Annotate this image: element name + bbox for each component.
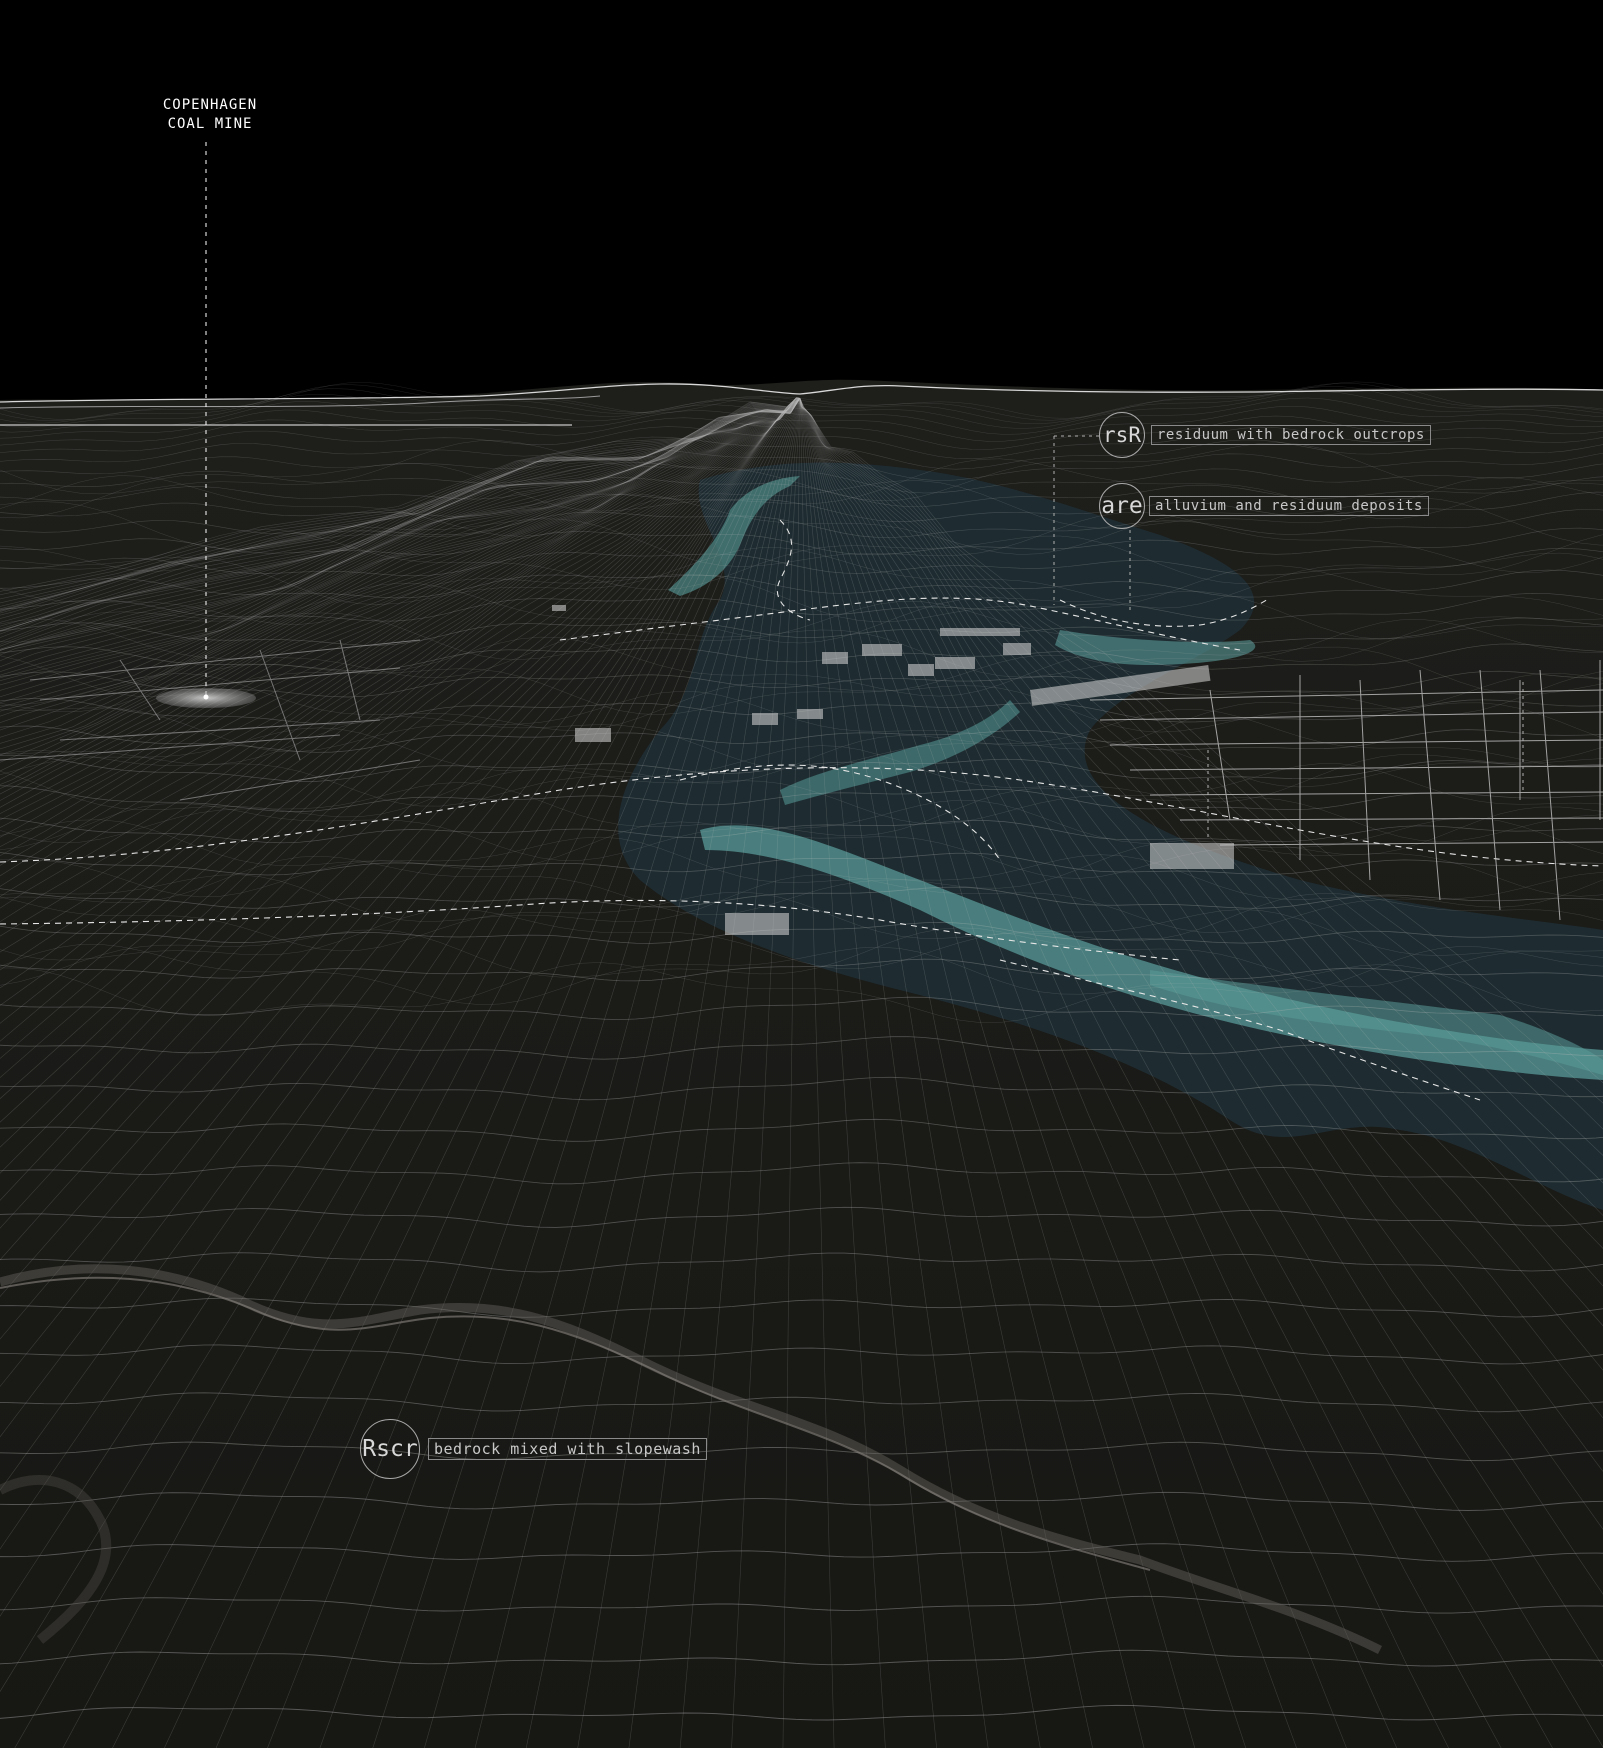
building xyxy=(1003,643,1031,655)
building xyxy=(752,713,778,725)
building xyxy=(575,728,611,742)
legend-description: residuum with bedrock outcrops xyxy=(1151,425,1431,445)
mine-location-dot xyxy=(203,694,209,700)
terrain-illustration xyxy=(0,142,1603,1748)
site-title: COPENHAGEN COAL MINE xyxy=(140,96,280,134)
building xyxy=(908,664,934,676)
site-title-line2: COAL MINE xyxy=(167,116,253,132)
building xyxy=(797,709,823,719)
legend-code-badge: Rscr xyxy=(360,1419,420,1479)
legend-item-rsr: rsR residuum with bedrock outcrops xyxy=(1099,412,1431,458)
site-title-line1: COPENHAGEN xyxy=(162,97,258,113)
legend-code-badge: are xyxy=(1099,483,1145,529)
building xyxy=(940,628,1020,636)
building xyxy=(822,652,848,664)
map-canvas: COPENHAGEN COAL MINE rsR residuum with b… xyxy=(0,0,1603,1748)
legend-code-badge: rsR xyxy=(1099,412,1145,458)
legend-item-are: are alluvium and residuum deposits xyxy=(1099,483,1429,529)
legend-description: bedrock mixed with slopewash xyxy=(428,1438,707,1460)
building xyxy=(552,605,566,611)
legend-description: alluvium and residuum deposits xyxy=(1149,496,1429,516)
building xyxy=(935,657,975,669)
building xyxy=(1150,843,1234,869)
legend-item-rscr: Rscr bedrock mixed with slopewash xyxy=(360,1419,707,1479)
building xyxy=(725,913,789,935)
building xyxy=(862,644,902,656)
